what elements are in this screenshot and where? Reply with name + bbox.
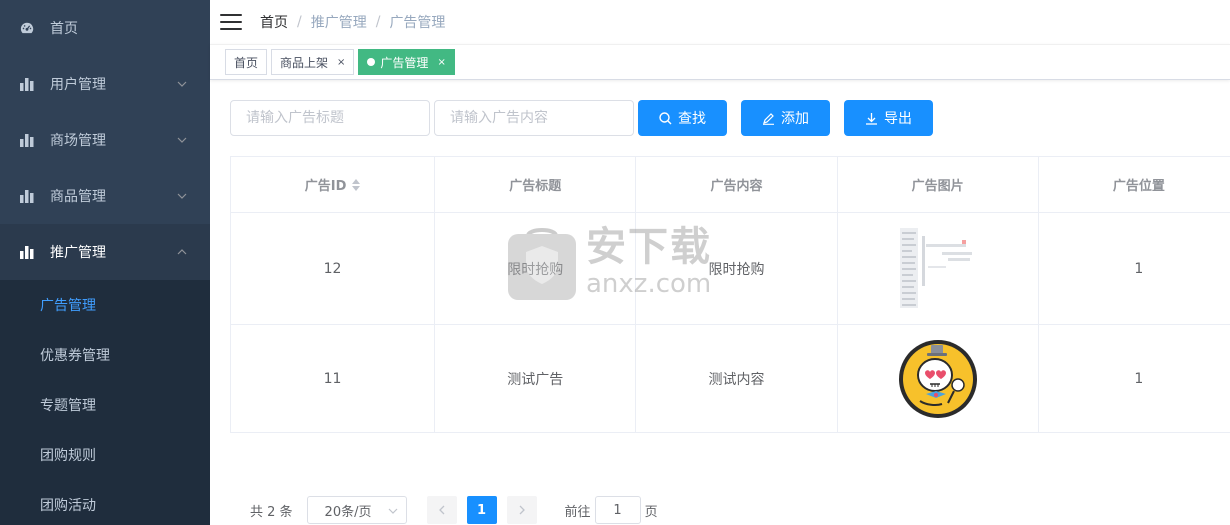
export-button[interactable]: 导出 (844, 100, 933, 136)
table-row[interactable]: 12 限时抢购 限时抢购 1 (231, 213, 1230, 325)
ads-table: 广告ID 广告标题 广告内容 广告图片 广告位置 12 限时抢购 限时抢购 (230, 156, 1230, 433)
bar-chart-icon (20, 77, 34, 91)
prev-page-button[interactable] (426, 496, 457, 524)
sidebar-subitem-groupon-activity[interactable]: 团购活动 (0, 480, 210, 525)
page-size-value: 20条/页 (324, 504, 372, 520)
breadcrumb-separator: / (375, 14, 381, 30)
ad-content-input[interactable] (434, 100, 634, 136)
cell-ad-image (837, 325, 1039, 433)
column-header-ad-id[interactable]: 广告ID (231, 157, 436, 213)
search-icon (659, 111, 672, 124)
hamburger-menu-icon[interactable] (220, 14, 242, 30)
cell-ad-image (837, 213, 1039, 325)
table-row[interactable]: 11 测试广告 测试内容 1 (231, 325, 1230, 433)
sidebar-subitem-coupons[interactable]: 优惠券管理 (0, 330, 210, 380)
sidebar-item-users[interactable]: 用户管理 (0, 56, 210, 112)
chevron-left-icon (438, 505, 445, 515)
sidebar-subitem-ads[interactable]: 广告管理 (0, 280, 210, 330)
tag-label: 首页 (234, 55, 259, 70)
navbar: 首页 / 推广管理 / 广告管理 (210, 0, 1230, 44)
tag-goods-listing[interactable]: 商品上架 × (271, 49, 355, 75)
add-button-label: 添加 (781, 111, 809, 127)
column-header-ad-content: 广告内容 (636, 157, 838, 213)
sidebar-item-label: 商品管理 (50, 189, 106, 205)
promotion-submenu: 广告管理 优惠券管理 专题管理 团购规则 团购活动 (0, 280, 210, 525)
chevron-down-icon (177, 81, 187, 87)
sidebar-item-label: 推广管理 (50, 245, 106, 261)
tag-label: 商品上架 (280, 55, 329, 70)
cell-ad-position: 1 (1038, 325, 1230, 433)
cell-ad-position: 1 (1038, 213, 1230, 325)
sidebar-item-promotion[interactable]: 推广管理 (0, 224, 210, 280)
pagination-total: 共 2 条 (250, 504, 293, 520)
skull-avatar-image[interactable] (898, 339, 978, 419)
site-watermark: 安下载 anxz.com (506, 222, 712, 302)
cell-ad-title: 测试广告 (435, 325, 637, 433)
add-button[interactable]: 添加 (741, 100, 830, 136)
column-header-ad-position: 广告位置 (1038, 157, 1230, 213)
goto-page: 前往 页 (565, 496, 658, 524)
bar-chart-icon (20, 189, 34, 203)
sidebar-item-mall[interactable]: 商场管理 (0, 112, 210, 168)
goto-prefix: 前往 (564, 504, 591, 520)
chevron-right-icon (519, 505, 525, 515)
watermark-text-en: anxz.com (586, 269, 712, 299)
download-icon (866, 112, 877, 125)
column-header-ad-image: 广告图片 (837, 157, 1039, 213)
chevron-down-icon (177, 193, 187, 199)
sidebar-subitem-topics[interactable]: 专题管理 (0, 380, 210, 430)
export-button-label: 导出 (884, 111, 912, 127)
tag-home[interactable]: 首页 (225, 49, 268, 75)
bar-chart-icon (20, 133, 34, 147)
breadcrumb-item-current: 广告管理 (389, 15, 446, 31)
edit-icon (763, 112, 774, 125)
ad-thumbnail-image[interactable] (898, 226, 978, 312)
chevron-down-icon (177, 137, 187, 143)
watermark-text-cn: 安下载 (586, 224, 712, 270)
column-header-ad-title: 广告标题 (435, 157, 637, 213)
cell-ad-id: 12 (231, 213, 436, 325)
tag-ad-management[interactable]: 广告管理 × (358, 49, 455, 75)
shield-bag-icon (508, 228, 576, 300)
active-dot-icon (367, 58, 376, 66)
tags-view: 首页 商品上架 × 广告管理 × (210, 44, 1230, 80)
chevron-down-icon (388, 508, 397, 514)
search-button-label: 查找 (678, 111, 706, 127)
next-page-button[interactable] (506, 496, 537, 524)
close-icon[interactable]: × (437, 57, 445, 68)
breadcrumb-item-home[interactable]: 首页 (260, 12, 288, 32)
sidebar-subitem-groupon-rules[interactable]: 团购规则 (0, 430, 210, 480)
goto-page-input[interactable] (594, 496, 641, 524)
pagination: 共 2 条 20条/页 1 前往 页 (250, 496, 658, 524)
dashboard-icon (20, 21, 34, 35)
sidebar-item-home[interactable]: 首页 (0, 0, 210, 56)
tag-label: 广告管理 (380, 55, 429, 70)
page-number-button[interactable]: 1 (466, 496, 497, 524)
page-size-select[interactable]: 20条/页 (306, 496, 407, 524)
sidebar-item-label: 商场管理 (50, 133, 106, 149)
cell-ad-id: 11 (231, 325, 436, 433)
ad-title-input[interactable] (230, 100, 430, 136)
sort-caret-icon[interactable] (352, 178, 361, 191)
sidebar-item-label: 用户管理 (50, 77, 106, 93)
table-header-row: 广告ID 广告标题 广告内容 广告图片 广告位置 (231, 157, 1230, 213)
sidebar-item-label: 首页 (50, 21, 78, 37)
goto-suffix: 页 (644, 504, 658, 520)
close-icon[interactable]: × (337, 57, 345, 68)
cell-ad-content: 测试内容 (636, 325, 838, 433)
column-header-label: 广告ID (304, 179, 347, 194)
search-button[interactable]: 查找 (638, 100, 727, 136)
bar-chart-icon (20, 245, 34, 259)
chevron-up-icon (177, 249, 187, 255)
breadcrumb-item-promotion: 推广管理 (310, 15, 367, 31)
sidebar-item-goods[interactable]: 商品管理 (0, 168, 210, 224)
breadcrumb-separator: / (297, 14, 302, 30)
sidebar: 首页 用户管理 商场管理 商品管理 推广管理 广告管理 优惠券管理 专题管理 团… (0, 0, 210, 525)
filter-bar: 查找 添加 导出 (230, 100, 933, 136)
breadcrumb: 首页 / 推广管理 / 广告管理 (260, 12, 445, 32)
